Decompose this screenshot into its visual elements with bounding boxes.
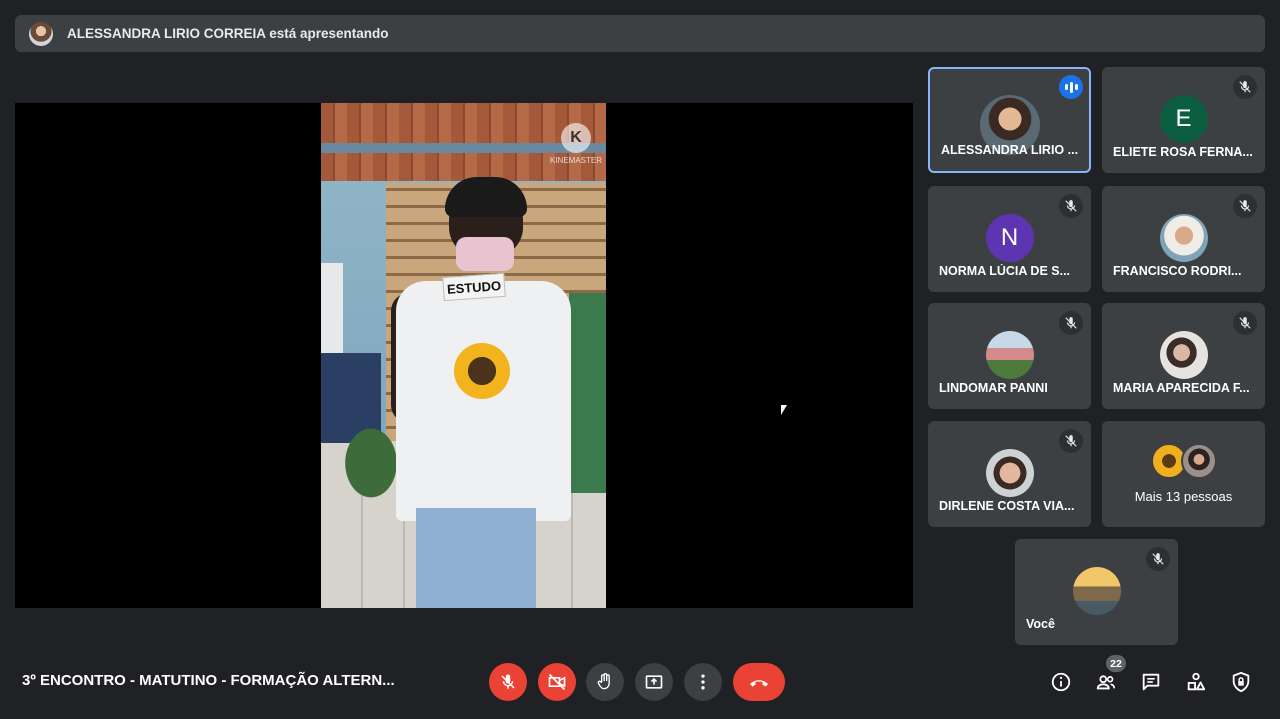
present-button[interactable] bbox=[635, 663, 673, 701]
mouse-cursor-icon bbox=[781, 405, 787, 415]
more-options-button[interactable] bbox=[684, 663, 722, 701]
presentation-video: ESTUDO K KINEMASTER bbox=[321, 103, 606, 608]
present-icon bbox=[645, 675, 663, 689]
person-mask bbox=[456, 237, 514, 271]
participant-tile-francisco[interactable]: FRANCISCO RODRI... bbox=[1102, 186, 1265, 292]
participant-name: LINDOMAR PANNI bbox=[939, 381, 1048, 395]
people-icon bbox=[1096, 675, 1116, 690]
camera-toggle-button[interactable] bbox=[538, 663, 576, 701]
participant-count-badge: 22 bbox=[1106, 655, 1126, 672]
mic-muted-icon bbox=[1059, 429, 1083, 453]
participant-name: NORMA LÚCIA DE S... bbox=[939, 264, 1071, 278]
presenter-banner: ALESSANDRA LIRIO CORREIA está apresentan… bbox=[15, 15, 1265, 52]
participant-avatar bbox=[1180, 443, 1217, 479]
raise-hand-icon bbox=[597, 673, 610, 690]
participant-name: ALESSANDRA LIRIO ... bbox=[941, 143, 1079, 157]
mic-muted-icon bbox=[1233, 75, 1257, 99]
self-tile[interactable]: Você bbox=[1015, 539, 1178, 645]
participant-avatar bbox=[1159, 214, 1208, 262]
mic-muted-icon bbox=[1233, 194, 1257, 218]
participant-name: ELIETE ROSA FERNA... bbox=[1113, 145, 1253, 159]
participant-name: DIRLENE COSTA VIA... bbox=[939, 499, 1075, 513]
chat-button[interactable] bbox=[1137, 668, 1165, 696]
mic-off-icon bbox=[501, 674, 515, 689]
shirt-sunflower bbox=[454, 343, 510, 399]
camera-off-icon bbox=[548, 673, 566, 691]
chat-icon bbox=[1142, 673, 1160, 691]
info-icon bbox=[1051, 672, 1071, 692]
people-button[interactable] bbox=[1092, 668, 1120, 696]
participant-name: MARIA APARECIDA F... bbox=[1113, 381, 1250, 395]
host-controls-button[interactable] bbox=[1227, 668, 1255, 696]
more-people-label: Mais 13 pessoas bbox=[1134, 489, 1233, 504]
kinemaster-watermark: K KINEMASTER bbox=[546, 123, 606, 165]
mic-muted-icon bbox=[1146, 547, 1170, 571]
speaking-indicator-icon bbox=[1059, 75, 1083, 99]
participant-tile-eliete[interactable]: E ELIETE ROSA FERNA... bbox=[1102, 67, 1265, 173]
person-shirt bbox=[396, 281, 571, 521]
more-people-tile[interactable]: Mais 13 pessoas bbox=[1102, 421, 1265, 527]
participant-avatar bbox=[1159, 331, 1208, 379]
more-people-avatars bbox=[1150, 443, 1217, 479]
participant-avatar: E bbox=[1159, 95, 1208, 143]
presenter-avatar bbox=[29, 21, 53, 46]
participant-avatar bbox=[985, 331, 1034, 379]
participant-tile-norma[interactable]: N NORMA LÚCIA DE S... bbox=[928, 186, 1091, 292]
participant-tile-maria[interactable]: MARIA APARECIDA F... bbox=[1102, 303, 1265, 409]
person-hat bbox=[445, 177, 527, 217]
activities-button[interactable] bbox=[1182, 668, 1210, 696]
raise-hand-button[interactable] bbox=[586, 663, 624, 701]
presenter-banner-text: ALESSANDRA LIRIO CORREIA está apresentan… bbox=[67, 26, 389, 41]
self-avatar bbox=[1072, 567, 1121, 615]
kinemaster-logo-icon: K bbox=[561, 123, 591, 153]
participant-tile-lindomar[interactable]: LINDOMAR PANNI bbox=[928, 303, 1091, 409]
participant-tile-dirlene[interactable]: DIRLENE COSTA VIA... bbox=[928, 421, 1091, 527]
meeting-title: 3º ENCONTRO - MATUTINO - FORMAÇÃO ALTERN… bbox=[22, 672, 395, 689]
more-options-icon bbox=[701, 674, 705, 690]
presentation-stage: ESTUDO K KINEMASTER bbox=[15, 103, 913, 608]
participant-avatar bbox=[985, 449, 1034, 497]
video-green-cloth bbox=[569, 293, 606, 493]
mic-toggle-button[interactable] bbox=[489, 663, 527, 701]
hang-up-button[interactable] bbox=[733, 663, 785, 701]
mic-muted-icon bbox=[1059, 194, 1083, 218]
mic-muted-icon bbox=[1059, 311, 1083, 335]
hang-up-icon bbox=[750, 680, 768, 687]
participant-avatar: N bbox=[985, 214, 1034, 262]
participant-name: FRANCISCO RODRI... bbox=[1113, 264, 1242, 278]
mic-muted-icon bbox=[1233, 311, 1257, 335]
participant-tile-alessandra[interactable]: ALESSANDRA LIRIO ... bbox=[928, 67, 1091, 173]
watermark-text: KINEMASTER bbox=[549, 156, 602, 165]
host-controls-icon bbox=[1232, 671, 1250, 693]
person-jeans bbox=[416, 508, 536, 608]
estudo-sign: ESTUDO bbox=[442, 272, 506, 302]
meeting-info-button[interactable] bbox=[1047, 668, 1075, 696]
activities-icon bbox=[1187, 672, 1206, 691]
self-name: Você bbox=[1026, 617, 1055, 631]
